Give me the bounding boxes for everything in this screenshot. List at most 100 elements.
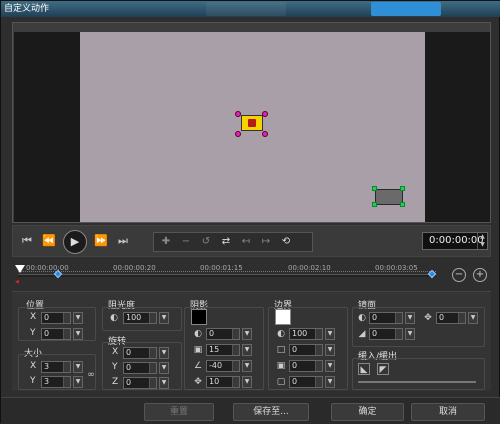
- border-outer-icon: ▢: [276, 377, 286, 387]
- mirror-distance-dropdown[interactable]: ▼: [468, 312, 478, 324]
- border-opacity-input[interactable]: 100: [289, 328, 323, 340]
- rotation-z-dropdown[interactable]: ▼: [159, 377, 169, 389]
- save-as-button[interactable]: 保存至...: [233, 403, 309, 421]
- timecode-field[interactable]: 0:00:00:00 ▲ ▼: [422, 232, 488, 250]
- ease-slider[interactable]: [358, 381, 476, 383]
- end-handle[interactable]: [400, 186, 405, 191]
- invert-keyframe-icon[interactable]: ↺: [198, 235, 214, 249]
- mirror-opacity-dropdown[interactable]: ▼: [405, 312, 415, 324]
- resize-handle[interactable]: [262, 131, 268, 137]
- shadow-opacity-input[interactable]: 0: [206, 328, 240, 340]
- background-tab-active: [371, 2, 441, 16]
- border-inner-input[interactable]: 0: [289, 360, 323, 372]
- mirror-distance-icon: ✥: [424, 313, 432, 323]
- timecode-spinner-icon[interactable]: ▲ ▼: [477, 233, 487, 249]
- dialog-footer: 重置 保存至... 确定 取消: [1, 397, 500, 424]
- border-width-input[interactable]: 0: [289, 344, 323, 356]
- reset-button[interactable]: 重置: [144, 403, 214, 421]
- ease-group: [352, 358, 485, 390]
- end-handle[interactable]: [400, 202, 405, 207]
- size-y-input[interactable]: 3: [41, 376, 71, 388]
- size-x-dropdown[interactable]: ▼: [73, 361, 83, 373]
- preview-canvas[interactable]: [80, 32, 425, 222]
- mirror-distance-input[interactable]: 0: [436, 312, 466, 324]
- shadow-blur-input[interactable]: 15: [206, 344, 240, 356]
- size-y-dropdown[interactable]: ▼: [73, 376, 83, 388]
- rotation-y-dropdown[interactable]: ▼: [159, 362, 169, 374]
- prev-keyframe-icon[interactable]: ↤: [238, 235, 254, 249]
- position-x-label: X: [30, 312, 37, 322]
- end-handle[interactable]: [372, 186, 377, 191]
- shadow-color-swatch[interactable]: [191, 309, 207, 325]
- previous-frame-icon[interactable]: ⏪: [41, 233, 57, 249]
- rotation-x-dropdown[interactable]: ▼: [159, 347, 169, 359]
- opacity-dropdown[interactable]: ▼: [159, 312, 169, 324]
- keyframe-toolbar: ✚ − ↺ ⇄ ↤ ↦ ⟲: [153, 232, 313, 252]
- shadow-distance-icon: ✥: [194, 377, 202, 387]
- shadow-opacity-dropdown[interactable]: ▼: [242, 328, 252, 340]
- border-outer-input[interactable]: 0: [289, 376, 323, 388]
- ok-button[interactable]: 确定: [331, 403, 404, 421]
- shadow-angle-dropdown[interactable]: ▼: [242, 360, 252, 372]
- border-opacity-icon: ◐: [277, 329, 285, 339]
- resize-handle[interactable]: [235, 111, 241, 117]
- resize-handle[interactable]: [262, 111, 268, 117]
- resize-handle[interactable]: [235, 131, 241, 137]
- shadow-opacity-icon: ◐: [194, 329, 202, 339]
- playback-controls: ⏮ ⏪ ▶ ⏩ ⏭ ✚ − ↺ ⇄ ↤ ↦ ⟲ 0:00:00:00 ▲ ▼: [12, 225, 491, 257]
- next-frame-icon[interactable]: ⏩: [93, 233, 109, 249]
- start-object[interactable]: [241, 115, 263, 131]
- timeline-track[interactable]: [18, 274, 436, 277]
- add-keyframe-icon[interactable]: ✚: [158, 235, 174, 249]
- border-inner-dropdown[interactable]: ▼: [325, 360, 335, 372]
- timeline[interactable]: 00:00:00:00 00:00:00:20 00:00:01:15 00:0…: [12, 259, 491, 285]
- title-bar: 自定义动作: [1, 1, 500, 17]
- rotation-x-input[interactable]: 0: [123, 347, 157, 359]
- border-opacity-dropdown[interactable]: ▼: [325, 328, 335, 340]
- mirror-fade-input[interactable]: 0: [369, 328, 403, 340]
- playhead-icon[interactable]: [15, 265, 25, 273]
- zoom-out-icon[interactable]: −: [452, 268, 466, 282]
- play-button[interactable]: ▶: [63, 230, 87, 254]
- remove-keyframe-icon[interactable]: −: [178, 235, 194, 249]
- properties-panel: 位置 X 0 ▼ Y 0 ▼ 大小 X 3 ▼ Y 3 ▼ ∞ 阻光度 ◐ 10…: [12, 291, 491, 391]
- border-color-swatch[interactable]: [275, 309, 291, 325]
- position-y-label: Y: [30, 328, 36, 338]
- mirror-fade-icon: ◢: [358, 329, 366, 339]
- mirror-fade-dropdown[interactable]: ▼: [405, 328, 415, 340]
- position-x-dropdown[interactable]: ▼: [73, 312, 83, 324]
- rotation-z-input[interactable]: 0: [123, 377, 157, 389]
- end-handle[interactable]: [372, 202, 377, 207]
- ease-in-icon[interactable]: ◣: [358, 363, 370, 375]
- go-to-start-icon[interactable]: ⏮: [19, 233, 35, 249]
- position-x-input[interactable]: 0: [41, 312, 71, 324]
- next-keyframe-icon[interactable]: ↦: [258, 235, 274, 249]
- go-to-end-icon[interactable]: ⏭: [115, 233, 131, 249]
- shadow-distance-input[interactable]: 10: [206, 376, 240, 388]
- mirror-opacity-input[interactable]: 0: [369, 312, 403, 324]
- cancel-button[interactable]: 取消: [411, 403, 485, 421]
- zoom-in-icon[interactable]: +: [473, 268, 487, 282]
- shadow-blur-dropdown[interactable]: ▼: [242, 344, 252, 356]
- link-icon[interactable]: ∞: [85, 369, 97, 381]
- flip-keyframe-icon[interactable]: ⇄: [218, 235, 234, 249]
- rotation-y-input[interactable]: 0: [123, 362, 157, 374]
- shadow-angle-icon: ∠: [193, 361, 203, 371]
- opacity-input[interactable]: 100: [123, 312, 157, 324]
- border-inner-icon: ▣: [276, 361, 286, 371]
- rotation-y-label: Y: [112, 362, 118, 372]
- shadow-distance-dropdown[interactable]: ▼: [242, 376, 252, 388]
- end-object[interactable]: [375, 189, 403, 205]
- position-y-dropdown[interactable]: ▼: [73, 328, 83, 340]
- rotation-z-label: Z: [112, 377, 119, 387]
- mirror-opacity-icon: ◐: [358, 313, 366, 323]
- border-width-dropdown[interactable]: ▼: [325, 344, 335, 356]
- copy-keyframe-icon[interactable]: ⟲: [278, 235, 294, 249]
- border-outer-dropdown[interactable]: ▼: [325, 376, 335, 388]
- opacity-icon: ◐: [110, 313, 118, 323]
- position-y-input[interactable]: 0: [41, 328, 71, 340]
- shadow-angle-input[interactable]: -40: [206, 360, 240, 372]
- size-x-input[interactable]: 3: [41, 361, 71, 373]
- ease-out-icon[interactable]: ◤: [377, 363, 389, 375]
- custom-motion-dialog: 自定义动作 ⏮ ⏪ ▶ ⏩ ⏭ ✚ − ↺ ⇄ ↤ ↦ ⟲ 0:00:00:00…: [0, 0, 500, 424]
